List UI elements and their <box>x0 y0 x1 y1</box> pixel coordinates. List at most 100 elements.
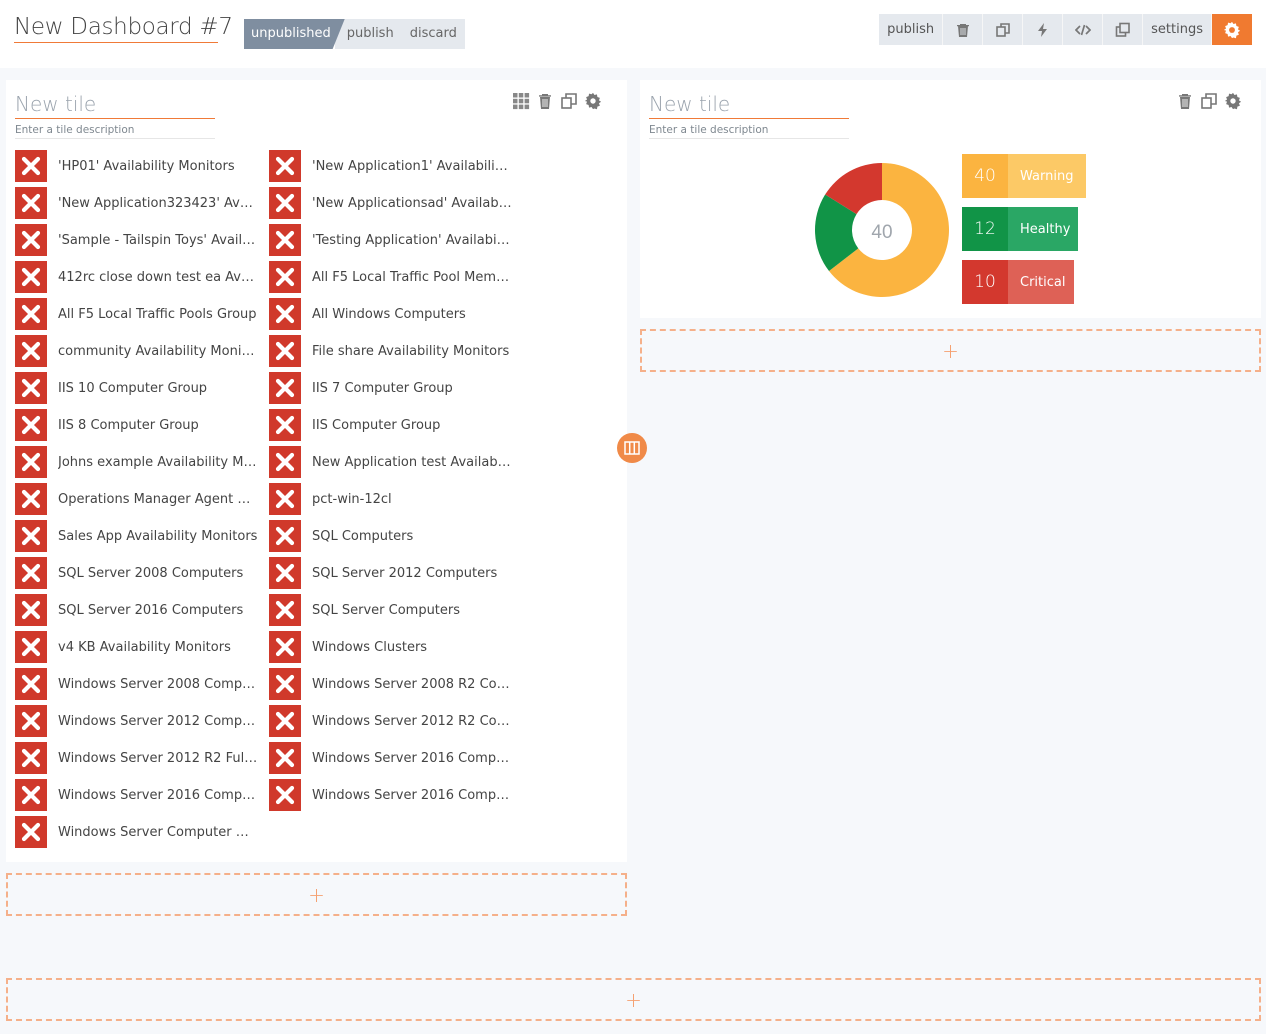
monitor-label: Operations Manager Agent Managed Compute… <box>58 491 258 507</box>
monitor-item[interactable]: 'Sample - Tailspin Toys' Availability Mo… <box>15 224 265 256</box>
monitor-item[interactable]: SQL Server 2012 Computers <box>269 557 519 589</box>
copy-icon[interactable] <box>1200 92 1218 110</box>
status-critical-badge <box>269 668 301 700</box>
tile-title[interactable]: New tile <box>15 92 215 119</box>
monitor-item[interactable]: Windows Server 2012 R2 Full Computer Gro… <box>15 742 265 774</box>
column-resize-handle[interactable] <box>617 433 647 463</box>
tile-description[interactable]: Enter a tile description <box>15 124 215 139</box>
monitor-item[interactable]: Windows Server 2016 Computer Group <box>269 779 519 811</box>
status-critical-badge <box>269 742 301 774</box>
monitor-item[interactable]: Windows Server 2008 R2 Computer Group <box>269 668 519 700</box>
dashboard-title[interactable]: New Dashboard #7 <box>14 14 233 43</box>
actions-button[interactable] <box>1023 14 1064 45</box>
gear-icon[interactable] <box>1224 92 1242 110</box>
monitor-item[interactable]: Sales App Availability Monitors <box>15 520 265 552</box>
discard-button[interactable]: discard <box>401 19 465 49</box>
monitor-item[interactable]: IIS Computer Group <box>269 409 519 441</box>
monitor-label: 'New Application323423' Availability Mon… <box>58 195 258 211</box>
add-row-dropzone[interactable]: + <box>6 978 1261 1021</box>
monitor-item[interactable]: IIS 8 Computer Group <box>15 409 265 441</box>
gear-button[interactable] <box>1212 14 1252 45</box>
monitor-item[interactable]: v4 KB Availability Monitors <box>15 631 265 663</box>
error-x-icon <box>21 304 41 324</box>
code-icon <box>1074 24 1091 35</box>
monitor-label: 'New Applicationsad' Availability Monito… <box>312 195 512 211</box>
stat-warning[interactable]: 40 Warning <box>962 154 1086 198</box>
gear-icon[interactable] <box>584 92 602 110</box>
grid-icon[interactable] <box>512 92 530 110</box>
monitor-item[interactable]: pct-win-12cl <box>269 483 519 515</box>
stat-label: Healthy <box>1008 207 1078 251</box>
status-critical-badge <box>15 742 47 774</box>
monitor-item[interactable]: All F5 Local Traffic Pool Members Group <box>269 261 519 293</box>
monitor-item[interactable]: 'New Application1' Availability Monitors <box>269 150 519 182</box>
trash-icon[interactable] <box>536 92 554 110</box>
gear-icon <box>1223 21 1241 38</box>
monitor-item[interactable]: Windows Server 2016 Computer Group <box>269 742 519 774</box>
tile-description[interactable]: Enter a tile description <box>649 124 849 139</box>
monitor-item[interactable]: community Availability Monitors <box>15 335 265 367</box>
monitor-item[interactable]: IIS 7 Computer Group <box>269 372 519 404</box>
monitor-label: IIS 7 Computer Group <box>312 380 453 396</box>
stat-healthy[interactable]: 12 Healthy <box>962 207 1078 251</box>
monitor-label: Windows Server 2008 R2 Computer Group <box>312 676 512 692</box>
copy-dashboard-button[interactable] <box>983 14 1024 45</box>
monitor-item[interactable]: IIS 10 Computer Group <box>15 372 265 404</box>
monitor-label: All Windows Computers <box>312 306 466 322</box>
monitor-label: Windows Server 2016 Computer Group <box>312 750 512 766</box>
add-tile-dropzone[interactable]: + <box>6 873 627 916</box>
add-tile-dropzone[interactable]: + <box>640 329 1261 372</box>
monitor-item[interactable]: All F5 Local Traffic Pools Group <box>15 298 265 330</box>
code-button[interactable] <box>1063 14 1104 45</box>
monitor-label: New Application test Availability Monito… <box>312 454 512 470</box>
error-x-icon <box>275 267 295 287</box>
monitor-item[interactable]: SQL Server Computers <box>269 594 519 626</box>
donut-center-value: 40 <box>871 222 892 243</box>
settings-button[interactable]: settings <box>1143 14 1212 45</box>
status-critical-badge <box>15 668 47 700</box>
error-x-icon <box>21 341 41 361</box>
monitor-item[interactable]: 'HP01' Availability Monitors <box>15 150 265 182</box>
status-critical-badge <box>15 187 47 219</box>
error-x-icon <box>21 822 41 842</box>
monitor-item[interactable]: 'New Applicationsad' Availability Monito… <box>269 187 519 219</box>
monitor-label: Johns example Availability Monitors <box>58 454 258 470</box>
status-critical-badge <box>269 372 301 404</box>
status-critical-badge <box>269 557 301 589</box>
monitor-item[interactable]: Windows Server 2016 Computer Group <box>15 779 265 811</box>
monitor-item[interactable]: SQL Computers <box>269 520 519 552</box>
error-x-icon <box>21 415 41 435</box>
stat-critical[interactable]: 10 Critical <box>962 260 1074 304</box>
monitor-item[interactable]: Johns example Availability Monitors <box>15 446 265 478</box>
summary-tile: New tile Enter a tile description 40 40 W… <box>640 80 1261 318</box>
monitor-label: Windows Server 2016 Computer Group <box>58 787 258 803</box>
publish-status-button[interactable]: publish <box>334 19 402 49</box>
monitor-item[interactable]: 412rc close down test ea Availability Mo… <box>15 261 265 293</box>
monitor-item[interactable]: SQL Server 2016 Computers <box>15 594 265 626</box>
monitor-item[interactable]: All Windows Computers <box>269 298 519 330</box>
monitor-item[interactable]: Windows Server Computer Group <box>15 816 265 848</box>
error-x-icon <box>275 563 295 583</box>
monitor-item[interactable]: 'Testing Application' Availability Monit… <box>269 224 519 256</box>
copy-icon[interactable] <box>560 92 578 110</box>
monitor-item[interactable]: SQL Server 2008 Computers <box>15 557 265 589</box>
tile-title[interactable]: New tile <box>649 92 849 119</box>
duplicate-button[interactable] <box>1103 14 1144 45</box>
monitor-item[interactable]: Windows Server 2012 Computer Group <box>15 705 265 737</box>
monitor-item[interactable]: 'New Application323423' Availability Mon… <box>15 187 265 219</box>
trash-icon[interactable] <box>1176 92 1194 110</box>
error-x-icon <box>21 230 41 250</box>
monitor-item[interactable]: Operations Manager Agent Managed Compute… <box>15 483 265 515</box>
monitor-label: 'HP01' Availability Monitors <box>58 158 235 174</box>
monitor-item[interactable]: Windows Server 2012 R2 Computer Group <box>269 705 519 737</box>
monitor-label: SQL Server 2016 Computers <box>58 602 244 618</box>
monitor-item[interactable]: New Application test Availability Monito… <box>269 446 519 478</box>
monitor-item[interactable]: File share Availability Monitors <box>269 335 519 367</box>
delete-dashboard-button[interactable] <box>943 14 984 45</box>
monitor-item[interactable]: Windows Server 2008 Computer Group <box>15 668 265 700</box>
status-critical-badge <box>15 705 47 737</box>
publish-button[interactable]: publish <box>879 14 944 45</box>
monitor-item[interactable]: Windows Clusters <box>269 631 519 663</box>
monitor-label: All F5 Local Traffic Pools Group <box>58 306 257 322</box>
status-donut-chart: 40 <box>815 163 949 297</box>
